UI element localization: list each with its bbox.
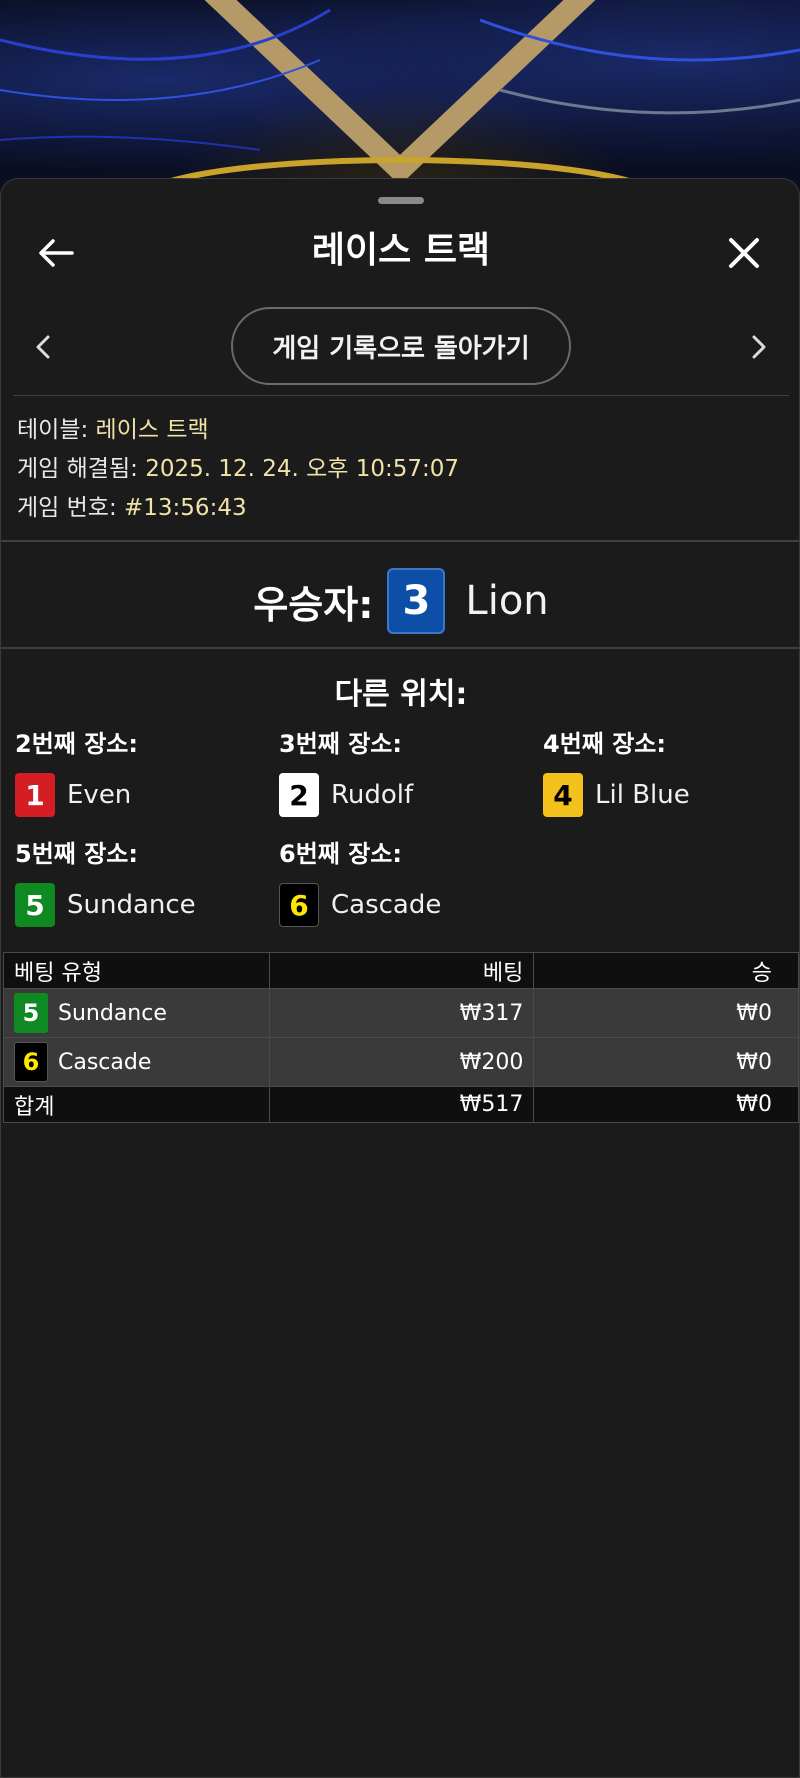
next-game-button[interactable] [739,327,779,367]
total-win-cell: ₩0 [533,1086,799,1123]
history-nav: 게임 기록으로 돌아가기 [1,307,800,387]
winner-name: Lion [465,578,549,624]
place-entry: 2 Rudolf [279,773,413,817]
bets-table: 베팅 유형 베팅 승 5 Sundance ₩317 ₩0 6 Cascade … [3,952,799,1123]
horse-number-badge: 6 [14,1042,48,1082]
table-header-row: 베팅 유형 베팅 승 [3,952,799,989]
back-button[interactable] [31,231,81,275]
win-amount-cell: ₩0 [533,988,799,1038]
chevron-left-icon [36,335,50,359]
horse-name: Rudolf [331,780,414,810]
place-entry: 5 Sundance [15,883,196,927]
background-scene [0,0,800,200]
place-label: 2번째 장소: [15,730,138,758]
column-header-bet: 베팅 [268,952,535,989]
horse-number-badge: 2 [279,773,319,817]
chevron-right-icon [752,335,766,359]
info-game-number-value: #13:56:43 [124,495,247,521]
info-table-label: 테이블: [17,417,89,443]
info-game-number-line: 게임 번호: #13:56:43 [17,489,459,528]
place-entry: 1 Even [15,773,138,817]
win-amount-cell: ₩0 [533,1037,799,1087]
arrow-left-icon [39,239,74,267]
place-label: 3번째 장소: [279,730,402,758]
info-resolved-value: 2025. 12. 24. 오후 10:57:07 [145,456,460,482]
table-row: 6 Cascade ₩200 ₩0 [3,1037,799,1087]
horse-number-badge: 1 [15,773,55,817]
place-5: 5번째 장소: 5 Sundance [15,837,196,927]
horse-name: Cascade [58,1049,152,1075]
column-header-win: 승 [533,952,799,989]
previous-game-button[interactable] [23,327,63,367]
info-table-value: 레이스 트랙 [95,417,209,443]
sheet-header: 레이스 트랙 [1,219,800,283]
column-header-bet-type: 베팅 유형 [3,952,270,989]
info-game-number-label: 게임 번호: [17,495,117,521]
place-entry: 6 Cascade [279,883,441,927]
place-label: 5번째 장소: [15,840,138,868]
bet-type-cell: 5 Sundance [3,988,270,1038]
horse-name: Sundance [67,890,196,920]
info-resolved-line: 게임 해결됨: 2025. 12. 24. 오후 10:57:07 [17,450,459,489]
horse-name: Lil Blue [595,780,690,810]
horse-name: Cascade [331,890,442,920]
divider [13,395,789,396]
bet-type-cell: 6 Cascade [3,1037,270,1087]
page-title: 레이스 트랙 [311,230,491,271]
close-button[interactable] [719,231,769,275]
divider [1,540,800,542]
winner-label: 우승자: [253,582,374,627]
horse-number-badge: 4 [543,773,583,817]
place-label: 4번째 장소: [543,730,666,758]
divider [1,647,800,649]
total-label-cell: 합계 [3,1086,270,1123]
table-total-row: 합계 ₩517 ₩0 [3,1086,799,1123]
bet-amount-cell: ₩317 [268,988,535,1038]
winner-number-badge: 3 [387,568,446,634]
horse-name: Sundance [58,1000,167,1026]
horse-number-badge: 5 [15,883,55,927]
total-bet-cell: ₩517 [268,1086,535,1123]
table-row: 5 Sundance ₩317 ₩0 [3,988,799,1038]
horse-number-badge: 5 [14,993,48,1033]
drag-handle[interactable] [378,197,424,204]
info-resolved-label: 게임 해결됨: [17,456,138,482]
place-2: 2번째 장소: 1 Even [15,727,138,817]
horse-name: Even [67,780,132,810]
close-icon [729,238,759,268]
horse-number-badge: 6 [279,883,319,927]
winner-row: 우승자: 3 Lion [1,553,800,649]
bet-amount-cell: ₩200 [268,1037,535,1087]
place-6: 6번째 장소: 6 Cascade [279,837,441,927]
back-to-history-button[interactable]: 게임 기록으로 돌아가기 [231,307,571,385]
place-entry: 4 Lil Blue [543,773,690,817]
place-3: 3번째 장소: 2 Rudolf [279,727,413,817]
game-info: 테이블: 레이스 트랙 게임 해결됨: 2025. 12. 24. 오후 10:… [17,411,459,528]
game-details-sheet: 레이스 트랙 게임 기록으로 돌아가기 테이블: 레이스 트랙 게임 해결됨: … [0,178,800,1778]
place-4: 4번째 장소: 4 Lil Blue [543,727,690,817]
other-positions-title: 다른 위치: [334,677,468,712]
place-label: 6번째 장소: [279,840,402,868]
info-table-line: 테이블: 레이스 트랙 [17,411,459,450]
